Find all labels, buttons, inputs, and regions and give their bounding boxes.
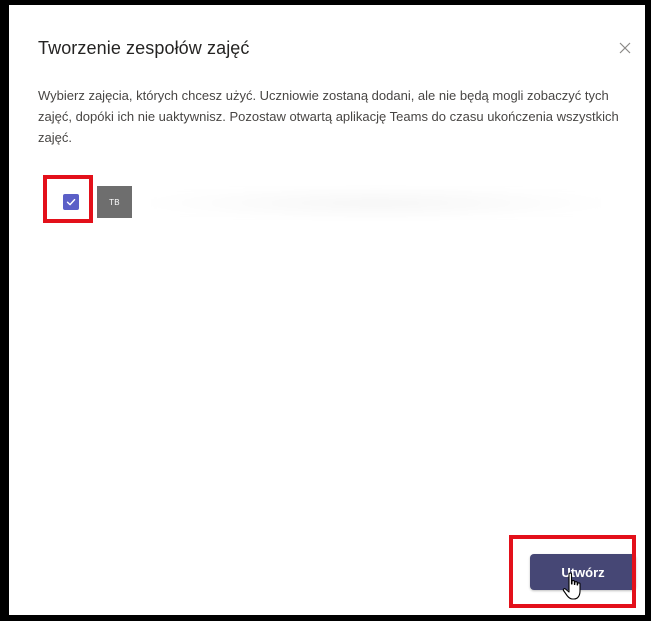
class-avatar: TB	[97, 186, 132, 218]
class-name-blurred	[151, 186, 601, 220]
close-icon[interactable]	[617, 40, 633, 56]
hand-pointer-icon	[562, 572, 581, 600]
checkbox-highlight-box	[43, 175, 93, 223]
class-list-item[interactable]: TB	[59, 186, 619, 220]
create-class-teams-dialog: Tworzenie zespołów zajęć Wybierz zajęcia…	[9, 5, 645, 615]
dialog-description: Wybierz zajęcia, których chcesz użyć. Uc…	[38, 88, 619, 145]
dialog-title: Tworzenie zespołów zajęć	[38, 38, 250, 58]
